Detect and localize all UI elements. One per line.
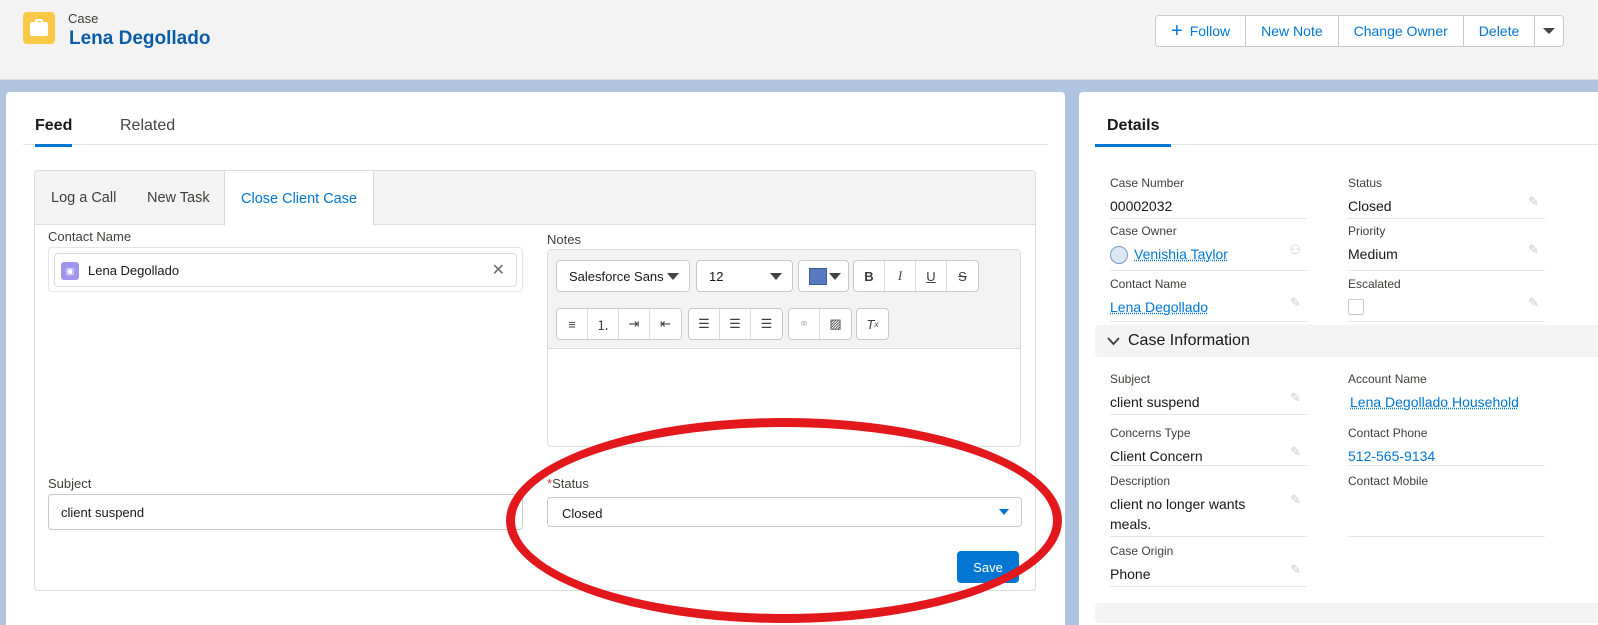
header-actions: + Follow New Note Change Owner Delete	[1155, 15, 1565, 47]
chevron-down-icon	[770, 273, 782, 280]
contact-pill[interactable]: ▣ Lena Degollado ✕	[54, 253, 517, 287]
record-header: Case Lena Degollado + Follow New Note Cha…	[0, 0, 1598, 80]
tab-log-a-call[interactable]: Log a Call	[35, 171, 132, 225]
contact-name-field: Contact Name Lena Degollado ✎	[1110, 277, 1307, 322]
change-owner-icon[interactable]: ⚇	[1289, 242, 1301, 258]
contact-mobile-field: Contact Mobile	[1348, 474, 1545, 537]
font-family-select[interactable]: Salesforce Sans	[556, 260, 690, 292]
status-label: *Status	[547, 476, 589, 491]
delete-button[interactable]: Delete	[1463, 16, 1536, 46]
link-icon[interactable]: ⚭	[789, 309, 820, 339]
font-size-select[interactable]: 12	[696, 260, 793, 292]
case-information-section-header[interactable]: Case Information	[1095, 325, 1598, 357]
contact-pill-label: Lena Degollado	[88, 263, 180, 278]
indent-icon[interactable]: ⇥	[619, 309, 650, 339]
details-card: Details Case Number 00002032 Status Clos…	[1079, 92, 1598, 625]
subject-label: Subject	[48, 476, 92, 491]
rte-toolbar: Salesforce Sans 12 B I U S ≡ ⒈ ⇥ ⇤ ☰ ☰ ☰…	[548, 250, 1020, 349]
color-swatch	[809, 268, 827, 285]
notes-label: Notes	[547, 232, 581, 247]
status-field: Status Closed ✎	[1348, 176, 1545, 219]
contact-name-link[interactable]: Lena Degollado	[1110, 297, 1307, 317]
close-icon[interactable]: ✕	[492, 260, 505, 280]
account-name-field: Account Name Lena Degollado Household	[1348, 372, 1545, 415]
contact-phone-link[interactable]: 512-565-9134	[1348, 446, 1545, 466]
contact-name-label: Contact Name	[48, 229, 132, 244]
bold-icon[interactable]: B	[854, 261, 885, 291]
underline-icon[interactable]: U	[916, 261, 947, 291]
composer-tabs: Log a Call New Task Close Client Case	[35, 171, 1035, 226]
tab-new-task[interactable]: New Task	[131, 171, 226, 225]
case-owner-link[interactable]: Venishia Taylor	[1134, 246, 1228, 262]
tab-details[interactable]: Details	[1095, 117, 1172, 147]
clear-format-buttons: Tx	[856, 308, 889, 340]
concerns-type-field: Concerns Type Client Concern ✎	[1110, 426, 1307, 466]
avatar	[1110, 246, 1128, 265]
strikethrough-icon[interactable]: S	[947, 261, 978, 291]
account-name-link[interactable]: Lena Degollado Household	[1350, 392, 1545, 412]
object-type-label: Case	[68, 11, 99, 26]
tab-close-client-case[interactable]: Close Client Case	[224, 171, 375, 226]
more-actions-button[interactable]	[1535, 16, 1564, 46]
case-owner-field: Case Owner Venishia Taylor ⚇	[1110, 224, 1307, 271]
contact-icon: ▣	[61, 262, 79, 280]
case-number-field: Case Number 00002032	[1110, 176, 1307, 219]
bulleted-list-icon[interactable]: ≡	[557, 309, 588, 339]
contact-name-field: ▣ Lena Degollado ✕	[48, 247, 523, 292]
subject-input[interactable]: client suspend	[48, 494, 523, 530]
status-select[interactable]: Closed	[547, 497, 1022, 527]
notes-rich-text-editor: Salesforce Sans 12 B I U S ≡ ⒈ ⇥ ⇤ ☰ ☰ ☰…	[547, 249, 1021, 447]
chevron-down-icon	[1107, 334, 1120, 349]
priority-field: Priority Medium ✎	[1348, 224, 1545, 271]
align-center-icon[interactable]: ☰	[720, 309, 751, 339]
chevron-down-icon	[667, 273, 679, 280]
pencil-icon[interactable]: ✎	[1290, 562, 1301, 578]
tab-related[interactable]: Related	[120, 117, 175, 144]
pencil-icon[interactable]: ✎	[1290, 492, 1301, 508]
pencil-icon[interactable]: ✎	[1290, 444, 1301, 460]
pencil-icon[interactable]: ✎	[1290, 295, 1301, 311]
new-note-button[interactable]: New Note	[1246, 16, 1339, 46]
align-buttons: ☰ ☰ ☰	[688, 308, 783, 340]
chevron-down-icon	[829, 273, 841, 280]
plus-icon: +	[1171, 20, 1183, 42]
description-field: Description client no longer wants meals…	[1110, 474, 1307, 537]
text-color-picker[interactable]	[798, 260, 849, 292]
tab-feed[interactable]: Feed	[35, 117, 73, 147]
feed-tabs: Feed Related	[23, 115, 1048, 147]
details-tabs: Details	[1095, 115, 1598, 147]
align-left-icon[interactable]: ☰	[689, 309, 720, 339]
pencil-icon[interactable]: ✎	[1528, 295, 1539, 311]
pencil-icon[interactable]: ✎	[1528, 242, 1539, 258]
chevron-down-icon	[999, 509, 1009, 515]
save-button[interactable]: Save	[957, 551, 1019, 583]
align-right-icon[interactable]: ☰	[751, 309, 782, 339]
format-buttons: B I U S	[853, 260, 979, 292]
insert-buttons: ⚭ ▨	[788, 308, 852, 340]
image-icon[interactable]: ▨	[820, 309, 851, 339]
outdent-icon[interactable]: ⇤	[650, 309, 681, 339]
contact-phone-field: Contact Phone 512-565-9134	[1348, 426, 1545, 466]
feed-card: Feed Related Log a Call New Task Close C…	[6, 92, 1065, 625]
numbered-list-icon[interactable]: ⒈	[588, 309, 619, 339]
escalated-checkbox[interactable]	[1348, 299, 1364, 315]
italic-icon[interactable]: I	[885, 261, 916, 291]
subject-field: Subject client suspend ✎	[1110, 372, 1307, 415]
record-title: Lena Degollado	[69, 28, 211, 49]
list-buttons: ≡ ⒈ ⇥ ⇤	[556, 308, 682, 340]
follow-button[interactable]: + Follow	[1156, 16, 1247, 46]
next-section-header[interactable]	[1095, 603, 1598, 623]
case-origin-field: Case Origin Phone ✎	[1110, 544, 1307, 587]
escalated-field: Escalated ✎	[1348, 277, 1545, 322]
clear-formatting-icon[interactable]: Tx	[857, 309, 888, 339]
chevron-down-icon	[1543, 28, 1556, 34]
briefcase-icon	[23, 12, 55, 44]
change-owner-button[interactable]: Change Owner	[1338, 16, 1464, 46]
pencil-icon[interactable]: ✎	[1290, 390, 1301, 406]
pencil-icon[interactable]: ✎	[1528, 194, 1539, 210]
publisher-composer: Log a Call New Task Close Client Case Co…	[34, 170, 1036, 591]
